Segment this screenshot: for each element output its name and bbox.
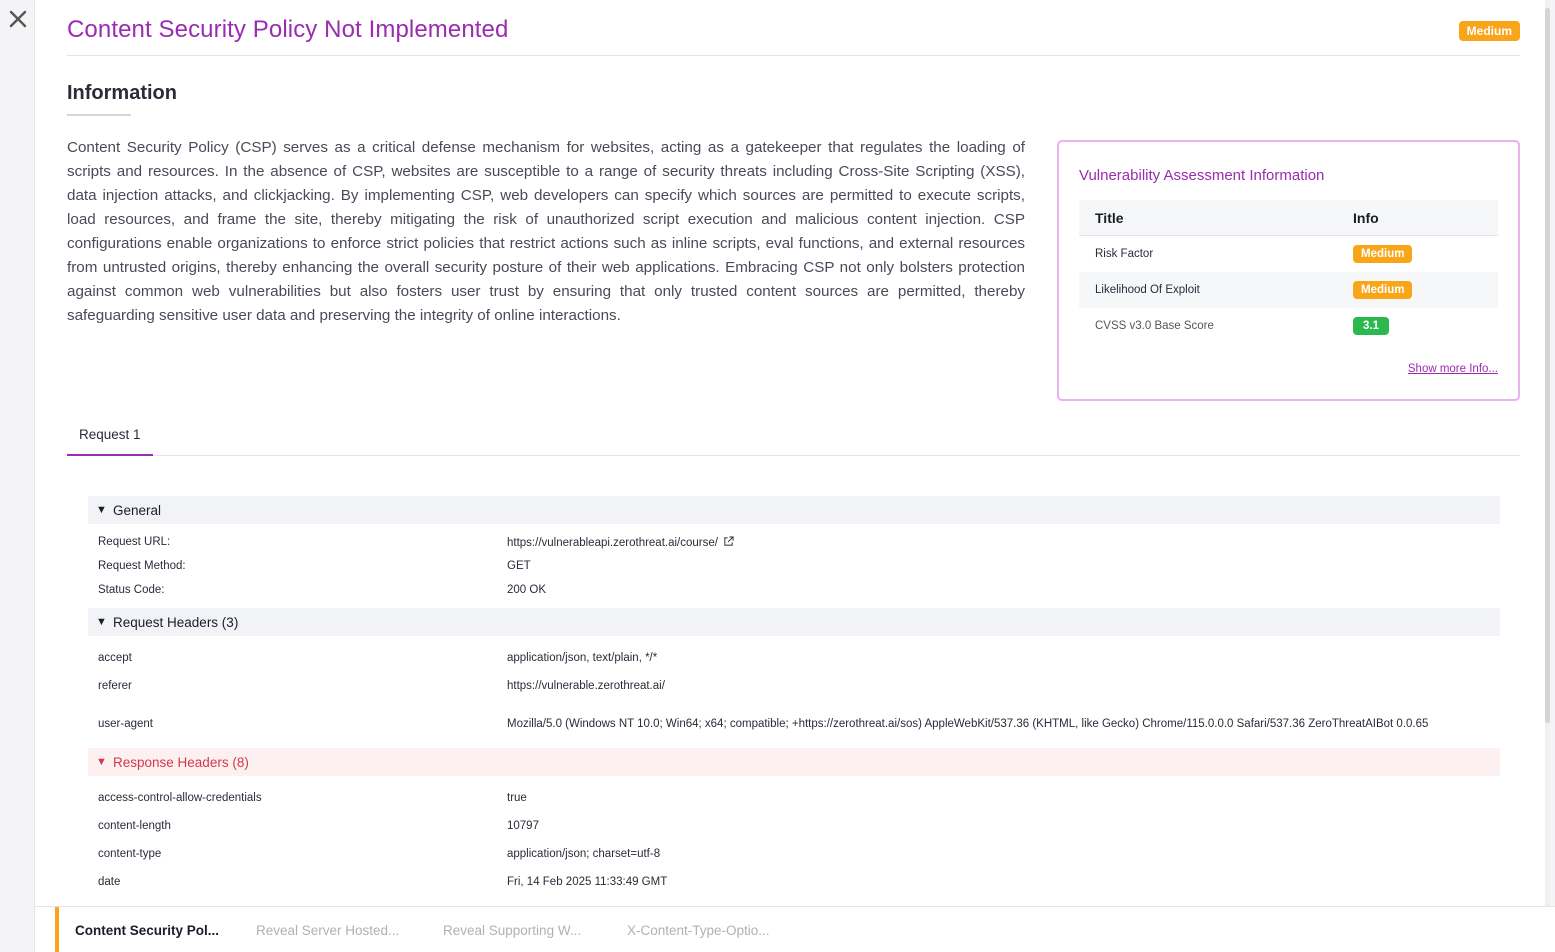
vulnerability-tabs-bar: Content Security Pol... Reveal Server Ho… — [35, 906, 1555, 952]
bottom-tab-reveal-supporting[interactable]: Reveal Supporting W... — [443, 907, 581, 952]
field-key: Request URL: — [98, 536, 171, 548]
column-header-title: Title — [1095, 209, 1124, 226]
table-row: CVSS v3.0 Base Score 3.1 — [1079, 308, 1498, 344]
row-label: Likelihood Of Exploit — [1095, 284, 1200, 296]
external-link-icon[interactable] — [723, 535, 734, 547]
header-value: application/json; charset=utf-8 — [507, 848, 661, 860]
page-title: Content Security Policy Not Implemented — [67, 16, 509, 43]
header-value: application/json, text/plain, */* — [507, 652, 658, 664]
header-value: true — [507, 792, 527, 804]
close-rail — [0, 0, 35, 952]
column-header-info: Info — [1353, 209, 1379, 226]
tab-request-1[interactable]: Request 1 — [67, 415, 153, 456]
assessment-table-header: Title Info — [1079, 200, 1498, 236]
active-tab-indicator — [55, 907, 59, 952]
section-heading: Request Headers (3) — [113, 614, 239, 630]
divider — [67, 55, 1520, 56]
list-item: access-control-allow-credentials true — [88, 784, 1500, 812]
triangle-down-icon: ▼ — [96, 756, 107, 768]
information-description: Content Security Policy (CSP) serves as … — [67, 139, 1025, 324]
section-heading: General — [113, 502, 162, 518]
header-value: Mozilla/5.0 (Windows NT 10.0; Win64; x64… — [507, 718, 1429, 730]
list-item: referer https://vulnerable.zerothreat.ai… — [88, 672, 1500, 700]
assessment-title: Vulnerability Assessment Information — [1079, 167, 1325, 184]
field-value: 200 OK — [507, 584, 546, 596]
header-key: access-control-allow-credentials — [98, 792, 262, 804]
row-label: Risk Factor — [1095, 248, 1154, 260]
heading-underline — [67, 114, 131, 116]
section-request-headers-toggle[interactable]: ▼ Request Headers (3) — [88, 608, 1500, 636]
header-value: Fri, 14 Feb 2025 11:33:49 GMT — [507, 876, 668, 888]
cvss-score-badge: 3.1 — [1353, 317, 1389, 335]
list-item: content-length 10797 — [88, 812, 1500, 840]
header-value: https://vulnerable.zerothreat.ai/ — [507, 680, 665, 692]
triangle-down-icon: ▼ — [96, 616, 107, 628]
list-item: user-agent Mozilla/5.0 (Windows NT 10.0;… — [88, 700, 1500, 748]
list-item: content-type application/json; charset=u… — [88, 840, 1500, 868]
bottom-tab-x-content-type-options[interactable]: X-Content-Type-Optio... — [627, 907, 770, 952]
header-key: accept — [98, 652, 132, 664]
section-general-toggle[interactable]: ▼ General — [88, 496, 1500, 524]
list-item: Status Code: 200 OK — [88, 578, 1500, 602]
field-value: GET — [507, 560, 531, 572]
request-tabs: Request 1 — [67, 415, 1520, 456]
header-key: date — [98, 876, 121, 888]
header-key: user-agent — [98, 718, 153, 730]
section-heading: Response Headers (8) — [113, 754, 249, 770]
assessment-table: Title Info Risk Factor Medium Likelihood… — [1079, 200, 1498, 344]
list-item: date Fri, 14 Feb 2025 11:33:49 GMT — [88, 868, 1500, 896]
risk-factor-badge: Medium — [1353, 245, 1413, 263]
field-key: Request Method: — [98, 560, 186, 572]
section-response-headers-toggle[interactable]: ▼ Response Headers (8) — [88, 748, 1500, 776]
severity-badge: Medium — [1458, 21, 1520, 41]
information-heading: Information — [67, 82, 177, 104]
bottom-tab-content-security-policy[interactable]: Content Security Pol... — [75, 907, 219, 952]
header-key: referer — [98, 680, 132, 692]
vulnerability-assessment-card: Vulnerability Assessment Information Tit… — [1057, 140, 1520, 401]
header-key: content-length — [98, 820, 171, 832]
show-more-info-link[interactable]: Show more Info... — [1408, 363, 1498, 375]
header-key: content-type — [98, 848, 162, 860]
bottom-tab-reveal-server-hosted[interactable]: Reveal Server Hosted... — [256, 907, 399, 952]
row-label: CVSS v3.0 Base Score — [1095, 320, 1214, 332]
request-details: ▼ General Request URL: https://vulnerabl… — [88, 496, 1500, 896]
list-item: accept application/json, text/plain, */* — [88, 644, 1500, 672]
list-item: Request URL: https://vulnerableapi.zerot… — [88, 530, 1500, 554]
close-icon[interactable] — [7, 8, 29, 30]
list-item: Request Method: GET — [88, 554, 1500, 578]
scrollbar-thumb[interactable] — [1545, 8, 1550, 723]
table-row: Risk Factor Medium — [1079, 236, 1498, 272]
scrollbar[interactable] — [1545, 0, 1550, 906]
request-url: https://vulnerableapi.zerothreat.ai/cour… — [507, 536, 718, 549]
likelihood-badge: Medium — [1353, 281, 1413, 299]
field-key: Status Code: — [98, 584, 165, 596]
vulnerability-detail-panel: Content Security Policy Not Implemented … — [35, 0, 1550, 906]
triangle-down-icon: ▼ — [96, 504, 107, 516]
table-row: Likelihood Of Exploit Medium — [1079, 272, 1498, 308]
header-value: 10797 — [507, 820, 539, 832]
